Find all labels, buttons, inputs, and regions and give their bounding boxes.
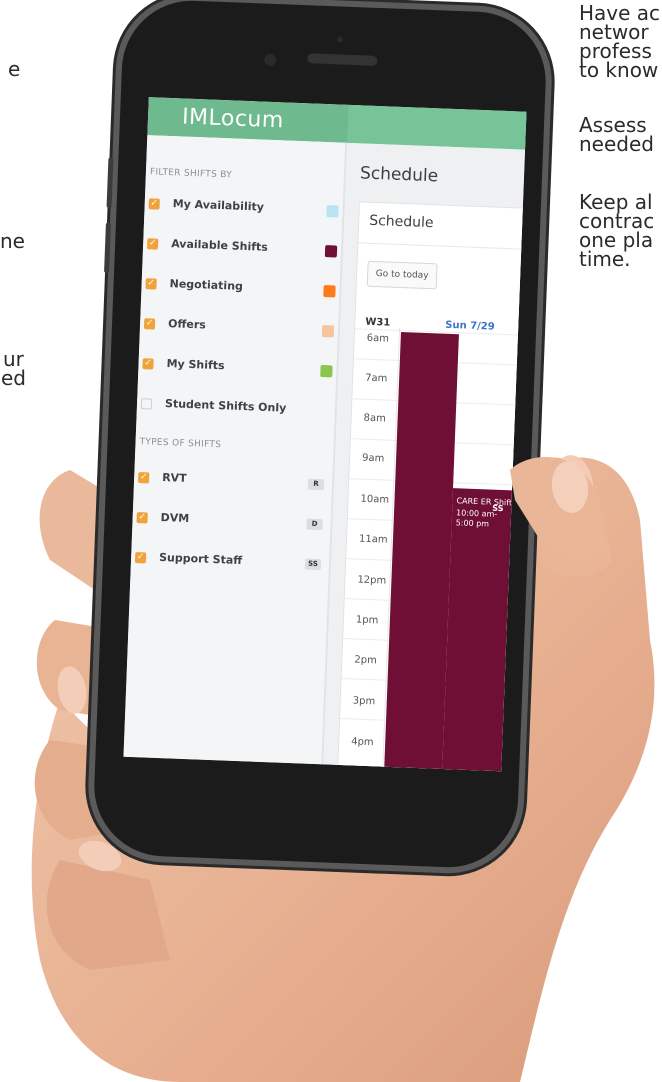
filter-item-available-shifts[interactable]: ✓ Available Shifts bbox=[146, 236, 338, 259]
app-logo[interactable]: IMLocum bbox=[182, 104, 285, 133]
checkbox-checked-icon[interactable]: ✓ bbox=[146, 238, 159, 250]
filter-label: Available Shifts bbox=[170, 237, 269, 254]
checkbox-checked-icon[interactable]: ✓ bbox=[148, 198, 160, 210]
hour-label: 6am bbox=[366, 332, 390, 345]
filter-label: Offers bbox=[167, 317, 207, 332]
checkbox-checked-icon[interactable]: ✓ bbox=[136, 512, 148, 524]
filter-section-title: FILTER SHIFTS BY bbox=[149, 167, 233, 181]
hour-label: 9am bbox=[361, 452, 385, 465]
hour-label: 10am bbox=[360, 493, 390, 506]
types-section-title: TYPES OF SHIFTS bbox=[139, 437, 222, 451]
type-tag: R bbox=[307, 478, 325, 491]
hour-label: 3pm bbox=[352, 695, 376, 708]
schedule-card: Schedule Go to today W31 Sun 7/29 6am 7a… bbox=[337, 201, 527, 772]
checkbox-checked-icon[interactable]: ✓ bbox=[142, 358, 154, 370]
checkbox-unchecked-icon[interactable] bbox=[140, 398, 153, 410]
page-title: Schedule bbox=[359, 163, 439, 187]
event-title: CARE ER Shift bbox=[456, 496, 513, 508]
phone-screen: IMLocum FILTER SHIFTS BY ✓ My Availabili… bbox=[123, 97, 527, 772]
day-header[interactable]: Sun 7/29 bbox=[445, 320, 495, 333]
filter-item-my-shifts[interactable]: ✓ My Shifts bbox=[142, 356, 333, 379]
week-label: W31 bbox=[365, 316, 391, 329]
color-swatch bbox=[323, 285, 336, 298]
filter-label: Student Shifts Only bbox=[164, 397, 287, 415]
event-time-end: 5:00 pm bbox=[455, 518, 490, 529]
color-swatch bbox=[321, 325, 335, 338]
checkbox-checked-icon[interactable]: ✓ bbox=[143, 318, 156, 330]
color-swatch bbox=[324, 245, 338, 258]
type-label: DVM bbox=[160, 510, 190, 526]
hour-label: 2pm bbox=[354, 654, 377, 667]
go-to-today-button[interactable]: Go to today bbox=[366, 260, 438, 290]
card-title: Schedule bbox=[368, 212, 434, 232]
hour-label: 7am bbox=[364, 372, 388, 385]
schedule-panel: Schedule Schedule Go to today W31 Sun 7/… bbox=[323, 142, 527, 772]
filter-item-offers[interactable]: ✓ Offers bbox=[143, 316, 335, 339]
filter-item-negotiating[interactable]: ✓ Negotiating bbox=[145, 276, 336, 299]
checkbox-checked-icon[interactable]: ✓ bbox=[145, 278, 157, 290]
type-item-support-staff[interactable]: ✓ Support Staff SS bbox=[134, 550, 325, 573]
shift-event[interactable]: CARE ER Shift SS 10:00 am- 5:00 pm bbox=[441, 488, 519, 772]
color-swatch bbox=[326, 205, 339, 218]
divider bbox=[358, 242, 527, 250]
checkbox-checked-icon[interactable]: ✓ bbox=[134, 551, 147, 564]
hour-label: 4pm bbox=[350, 736, 374, 749]
type-tag: SS bbox=[304, 558, 322, 571]
filter-label: My Shifts bbox=[166, 357, 225, 373]
hour-label: 12pm bbox=[357, 574, 387, 587]
filter-item-my-availability[interactable]: ✓ My Availability bbox=[148, 196, 339, 219]
hour-label: 11am bbox=[358, 533, 388, 546]
type-tag: D bbox=[306, 518, 323, 531]
proximity-sensor bbox=[337, 36, 344, 43]
hour-label: 8am bbox=[363, 412, 387, 425]
type-label: Support Staff bbox=[158, 550, 243, 568]
filter-sidebar: FILTER SHIFTS BY ✓ My Availability ✓ Ava… bbox=[123, 135, 348, 765]
checkbox-checked-icon[interactable]: ✓ bbox=[137, 472, 150, 484]
phone-device: IMLocum FILTER SHIFTS BY ✓ My Availabili… bbox=[91, 0, 549, 870]
hour-label: 1pm bbox=[355, 614, 379, 627]
type-item-rvt[interactable]: ✓ RVT R bbox=[137, 470, 328, 493]
type-label: RVT bbox=[161, 470, 187, 485]
filter-label: My Availability bbox=[172, 197, 265, 214]
type-item-dvm[interactable]: ✓ DVM D bbox=[136, 510, 326, 533]
earpiece-speaker bbox=[307, 53, 378, 66]
filter-item-student-shifts-only[interactable]: Student Shifts Only bbox=[140, 396, 331, 419]
color-swatch bbox=[320, 364, 333, 378]
front-camera bbox=[264, 53, 277, 67]
filter-label: Negotiating bbox=[169, 277, 244, 293]
